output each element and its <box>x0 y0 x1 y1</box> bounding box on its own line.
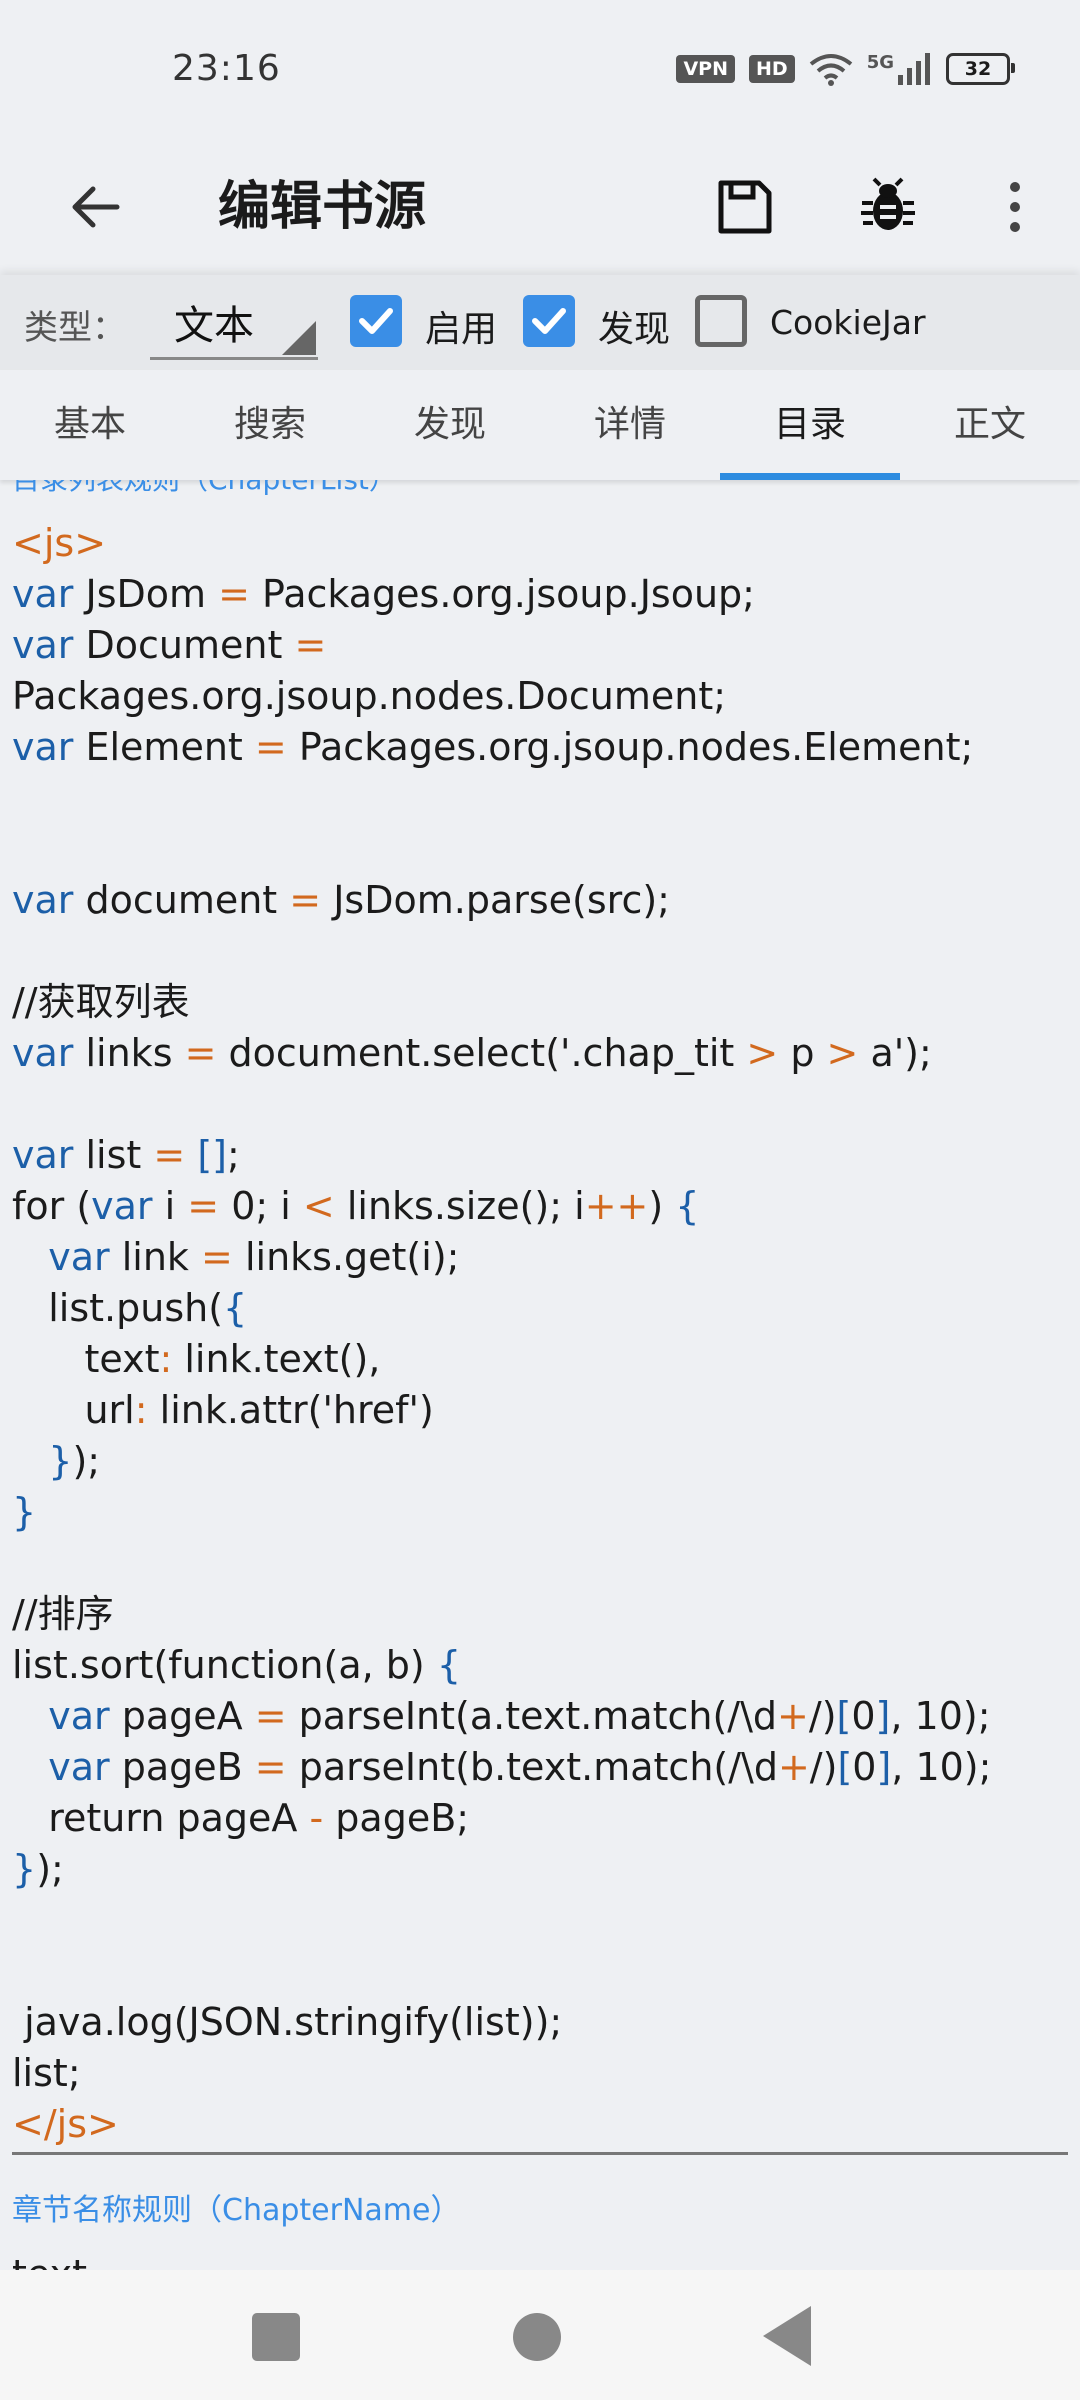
tab-detail[interactable]: 详情 <box>540 370 720 480</box>
status-icons: VPN HD 5G 32 <box>676 51 1015 86</box>
enabled-checkbox[interactable] <box>350 295 402 347</box>
code-line: list.push({ <box>12 1286 248 1330</box>
code-line: </js> <box>12 2102 119 2146</box>
back-arrow-icon <box>72 186 120 228</box>
cookiejar-label: CookieJar <box>770 303 926 342</box>
code-line: }); <box>12 1847 64 1891</box>
vpn-badge: VPN <box>676 55 735 83</box>
page-title: 编辑书源 <box>218 177 427 237</box>
rule-editor-scroll[interactable]: 目录列表规则（ChapterList） <js> var JsDom = Pack… <box>0 480 1080 2270</box>
chapter-list-code-input[interactable]: <js> var JsDom = Packages.org.jsoup.Jsoup… <box>12 518 991 2150</box>
check-icon <box>532 308 566 334</box>
discover-label: 发现 <box>598 309 671 350</box>
bug-icon <box>861 177 915 230</box>
code-line: list.sort(function(a, b) { <box>12 1643 461 1687</box>
code-line: //排序 <box>12 1592 114 1636</box>
more-options-button[interactable] <box>970 162 1060 252</box>
code-line: text: link.text(), <box>12 1337 381 1381</box>
hd-badge: HD <box>749 55 795 83</box>
tab-basic[interactable]: 基本 <box>0 370 180 480</box>
network-type: 5G <box>866 51 894 73</box>
app-bar: 编辑书源 <box>0 140 1080 275</box>
rule-tabs: 基本 搜索 发现 详情 目录 正文 <box>0 370 1080 480</box>
status-bar: 23:16 VPN HD 5G 32 <box>0 0 1080 140</box>
discover-checkbox[interactable] <box>523 295 575 347</box>
chapter-name-field-value[interactable]: text <box>12 2252 87 2270</box>
code-line: var Document = <box>12 623 327 667</box>
dropdown-arrow-icon <box>282 321 316 355</box>
code-line: //获取列表 <box>12 980 190 1024</box>
source-options-row: 类型： 文本 启用 发现 CookieJar <box>0 275 1080 370</box>
tab-search[interactable]: 搜索 <box>180 370 360 480</box>
code-line: var pageB = parseInt(b.text.match(/\d+/)… <box>48 1745 992 1789</box>
active-tab-indicator <box>720 473 900 480</box>
field-underline <box>12 2152 1068 2155</box>
code-line: var links = document.select('.chap_tit >… <box>12 1031 932 1075</box>
more-vert-icon <box>1010 182 1020 232</box>
tab-content[interactable]: 正文 <box>900 370 1080 480</box>
code-line: for (var i = 0; i < links.size(); i++) { <box>12 1184 700 1228</box>
type-dropdown[interactable]: 文本 <box>150 287 318 360</box>
save-button[interactable] <box>700 162 790 252</box>
code-line: } <box>12 1490 37 1534</box>
code-line: var JsDom = Packages.org.jsoup.Jsoup; <box>12 572 755 616</box>
code-line: var Element = Packages.org.jsoup.nodes.E… <box>12 725 974 769</box>
code-line: }); <box>48 1439 101 1483</box>
back-button[interactable] <box>50 162 140 252</box>
home-button-icon[interactable] <box>513 2313 561 2361</box>
code-line: var link = links.get(i); <box>48 1235 460 1279</box>
back-triangle-icon[interactable] <box>763 2306 811 2366</box>
tab-discover[interactable]: 发现 <box>360 370 540 480</box>
wifi-icon <box>809 54 852 86</box>
code-line: var document = JsDom.parse(src); <box>12 878 670 922</box>
check-icon <box>359 308 393 334</box>
debug-button[interactable] <box>843 162 933 252</box>
type-value: 文本 <box>174 303 254 349</box>
cookiejar-checkbox[interactable] <box>695 295 747 347</box>
chapter-list-field-label: 目录列表规则（ChapterList） <box>12 480 397 498</box>
code-line: var list = []; <box>12 1133 240 1177</box>
chapter-name-field-label: 章节名称规则（ChapterName） <box>12 2193 461 2228</box>
code-line: return pageA - pageB; <box>12 1796 470 1840</box>
code-line: var pageA = parseInt(a.text.match(/\d+/)… <box>48 1694 991 1738</box>
tab-toc[interactable]: 目录 <box>720 370 900 480</box>
code-line: <js> <box>12 521 107 565</box>
save-icon <box>718 180 772 234</box>
code-line: list; <box>12 2051 81 2095</box>
code-line: java.log(JSON.stringify(list)); <box>12 2000 563 2044</box>
battery-icon: 32 <box>946 53 1015 85</box>
code-line: Packages.org.jsoup.nodes.Document; <box>12 674 727 718</box>
code-line: url: link.attr('href') <box>12 1388 434 1432</box>
status-time: 23:16 <box>172 48 281 89</box>
signal-icon <box>898 53 930 85</box>
enabled-label: 启用 <box>425 309 498 350</box>
type-label: 类型： <box>24 308 126 348</box>
recents-button-icon[interactable] <box>252 2313 300 2361</box>
